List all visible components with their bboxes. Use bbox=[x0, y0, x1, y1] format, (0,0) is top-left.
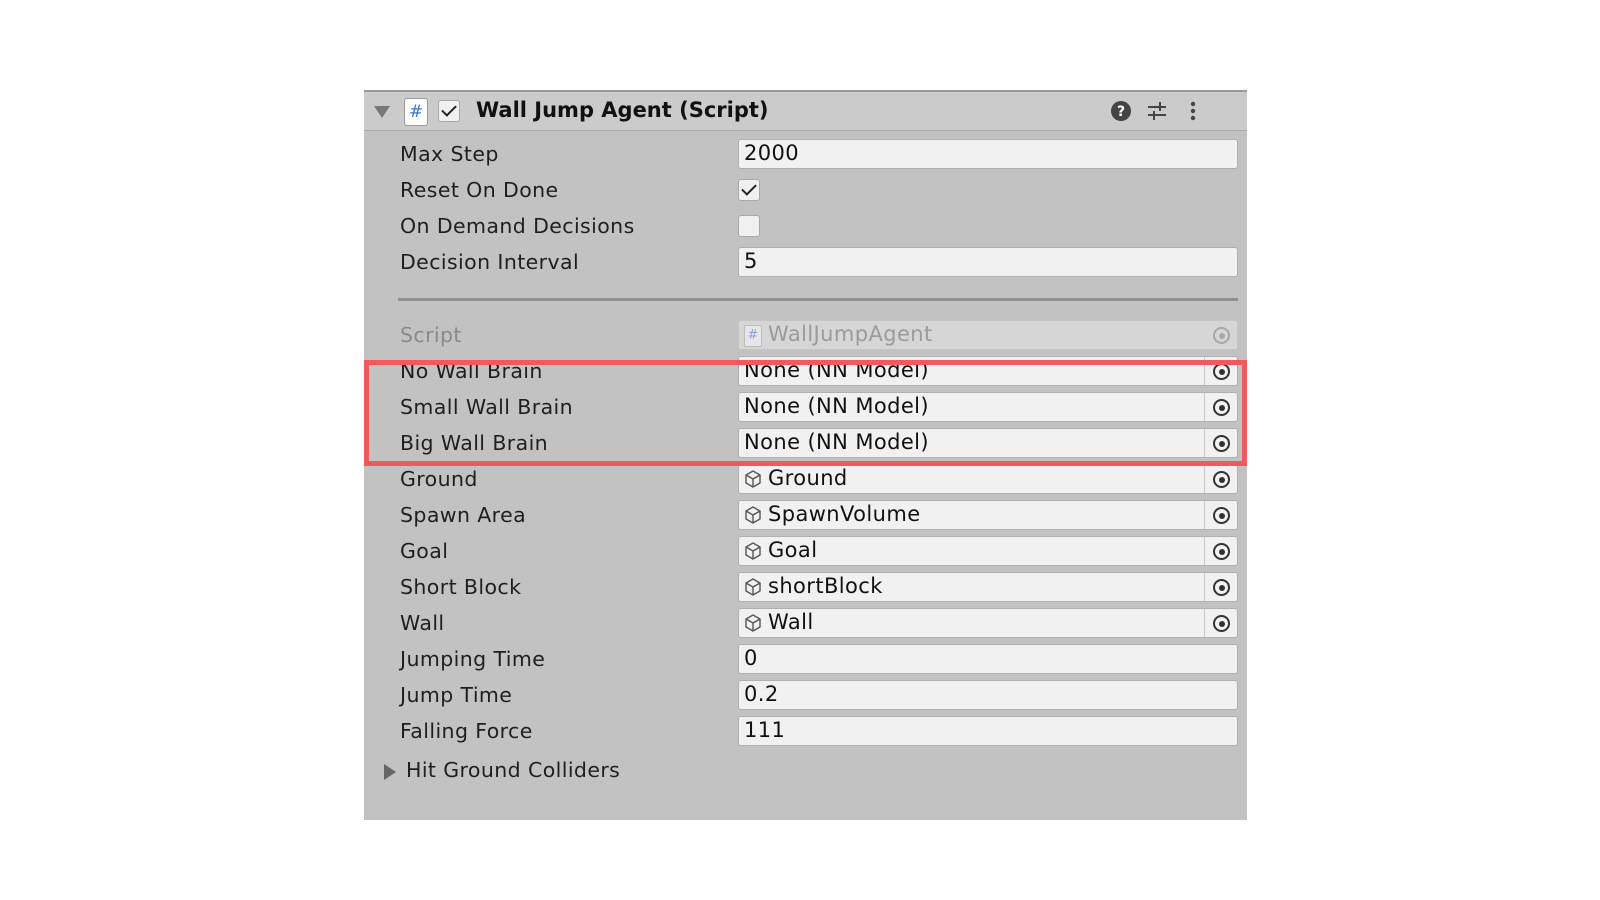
jumping-time-value: 0 bbox=[744, 646, 758, 670]
script-file-icon: # bbox=[744, 325, 762, 347]
script-label: Script bbox=[400, 323, 462, 347]
script-field: # WallJumpAgent bbox=[738, 320, 1238, 350]
cube-icon bbox=[745, 470, 761, 488]
wall-value: Wall bbox=[768, 610, 814, 634]
object-picker-icon bbox=[1213, 543, 1230, 560]
foldout-collapsed-icon[interactable] bbox=[384, 764, 396, 780]
object-picker-button[interactable] bbox=[1204, 537, 1237, 565]
object-picker-icon bbox=[1213, 471, 1230, 488]
on-demand-decisions-checkbox[interactable] bbox=[738, 215, 760, 237]
decision-interval-value: 5 bbox=[744, 249, 758, 273]
jump-time-field[interactable]: 0.2 bbox=[738, 680, 1238, 710]
jump-time-value: 0.2 bbox=[744, 682, 779, 706]
presets-icon[interactable] bbox=[1146, 100, 1168, 122]
cube-icon bbox=[745, 614, 761, 632]
component-header: # Wall Jump Agent (Script) ? bbox=[364, 92, 1247, 131]
ground-field[interactable]: Ground bbox=[738, 464, 1238, 494]
decision-interval-label: Decision Interval bbox=[400, 250, 580, 274]
reset-on-done-checkbox[interactable] bbox=[738, 179, 760, 201]
falling-force-field[interactable]: 111 bbox=[738, 716, 1238, 746]
object-picker-button[interactable] bbox=[1204, 573, 1237, 601]
separator bbox=[398, 298, 1238, 301]
short-block-field[interactable]: shortBlock bbox=[738, 572, 1238, 602]
goal-field[interactable]: Goal bbox=[738, 536, 1238, 566]
highlight-box bbox=[364, 360, 1247, 466]
object-picker-icon bbox=[1213, 579, 1230, 596]
object-picker-button[interactable] bbox=[1204, 501, 1237, 529]
falling-force-value: 111 bbox=[744, 718, 786, 742]
goal-label: Goal bbox=[400, 539, 449, 563]
jump-time-label: Jump Time bbox=[400, 683, 513, 707]
goal-value: Goal bbox=[768, 538, 818, 562]
wall-field[interactable]: Wall bbox=[738, 608, 1238, 638]
max-step-value: 2000 bbox=[744, 141, 800, 165]
component-enabled-checkbox[interactable] bbox=[438, 100, 460, 122]
object-picker-button bbox=[1205, 321, 1237, 349]
svg-text:?: ? bbox=[1117, 104, 1125, 120]
max-step-field[interactable]: 2000 bbox=[738, 139, 1238, 169]
more-options-icon[interactable] bbox=[1182, 100, 1204, 122]
help-icon[interactable]: ? bbox=[1110, 100, 1132, 122]
spawn-area-label: Spawn Area bbox=[400, 503, 527, 527]
cube-icon bbox=[745, 578, 761, 596]
object-picker-icon bbox=[1213, 327, 1230, 344]
script-value: WallJumpAgent bbox=[768, 322, 933, 346]
short-block-value: shortBlock bbox=[768, 574, 883, 598]
jumping-time-label: Jumping Time bbox=[400, 647, 546, 671]
falling-force-label: Falling Force bbox=[400, 719, 533, 743]
component-title: Wall Jump Agent (Script) bbox=[476, 98, 769, 122]
jumping-time-field[interactable]: 0 bbox=[738, 644, 1238, 674]
short-block-label: Short Block bbox=[400, 575, 522, 599]
decision-interval-field[interactable]: 5 bbox=[738, 247, 1238, 277]
cube-icon bbox=[745, 506, 761, 524]
object-picker-icon bbox=[1213, 507, 1230, 524]
script-hash-icon: # bbox=[404, 98, 428, 126]
spawn-area-value: SpawnVolume bbox=[768, 502, 921, 526]
object-picker-button[interactable] bbox=[1204, 465, 1237, 493]
foldout-arrow-icon[interactable] bbox=[374, 106, 390, 118]
spawn-area-field[interactable]: SpawnVolume bbox=[738, 500, 1238, 530]
cube-icon bbox=[745, 542, 761, 560]
reset-on-done-label: Reset On Done bbox=[400, 178, 559, 202]
object-picker-button[interactable] bbox=[1204, 609, 1237, 637]
hit-ground-colliders-foldout[interactable]: Hit Ground Colliders bbox=[406, 758, 620, 782]
wall-label: Wall bbox=[400, 611, 445, 635]
ground-label: Ground bbox=[400, 467, 478, 491]
on-demand-decisions-label: On Demand Decisions bbox=[400, 214, 635, 238]
ground-value: Ground bbox=[768, 466, 848, 490]
object-picker-icon bbox=[1213, 615, 1230, 632]
max-step-label: Max Step bbox=[400, 142, 499, 166]
